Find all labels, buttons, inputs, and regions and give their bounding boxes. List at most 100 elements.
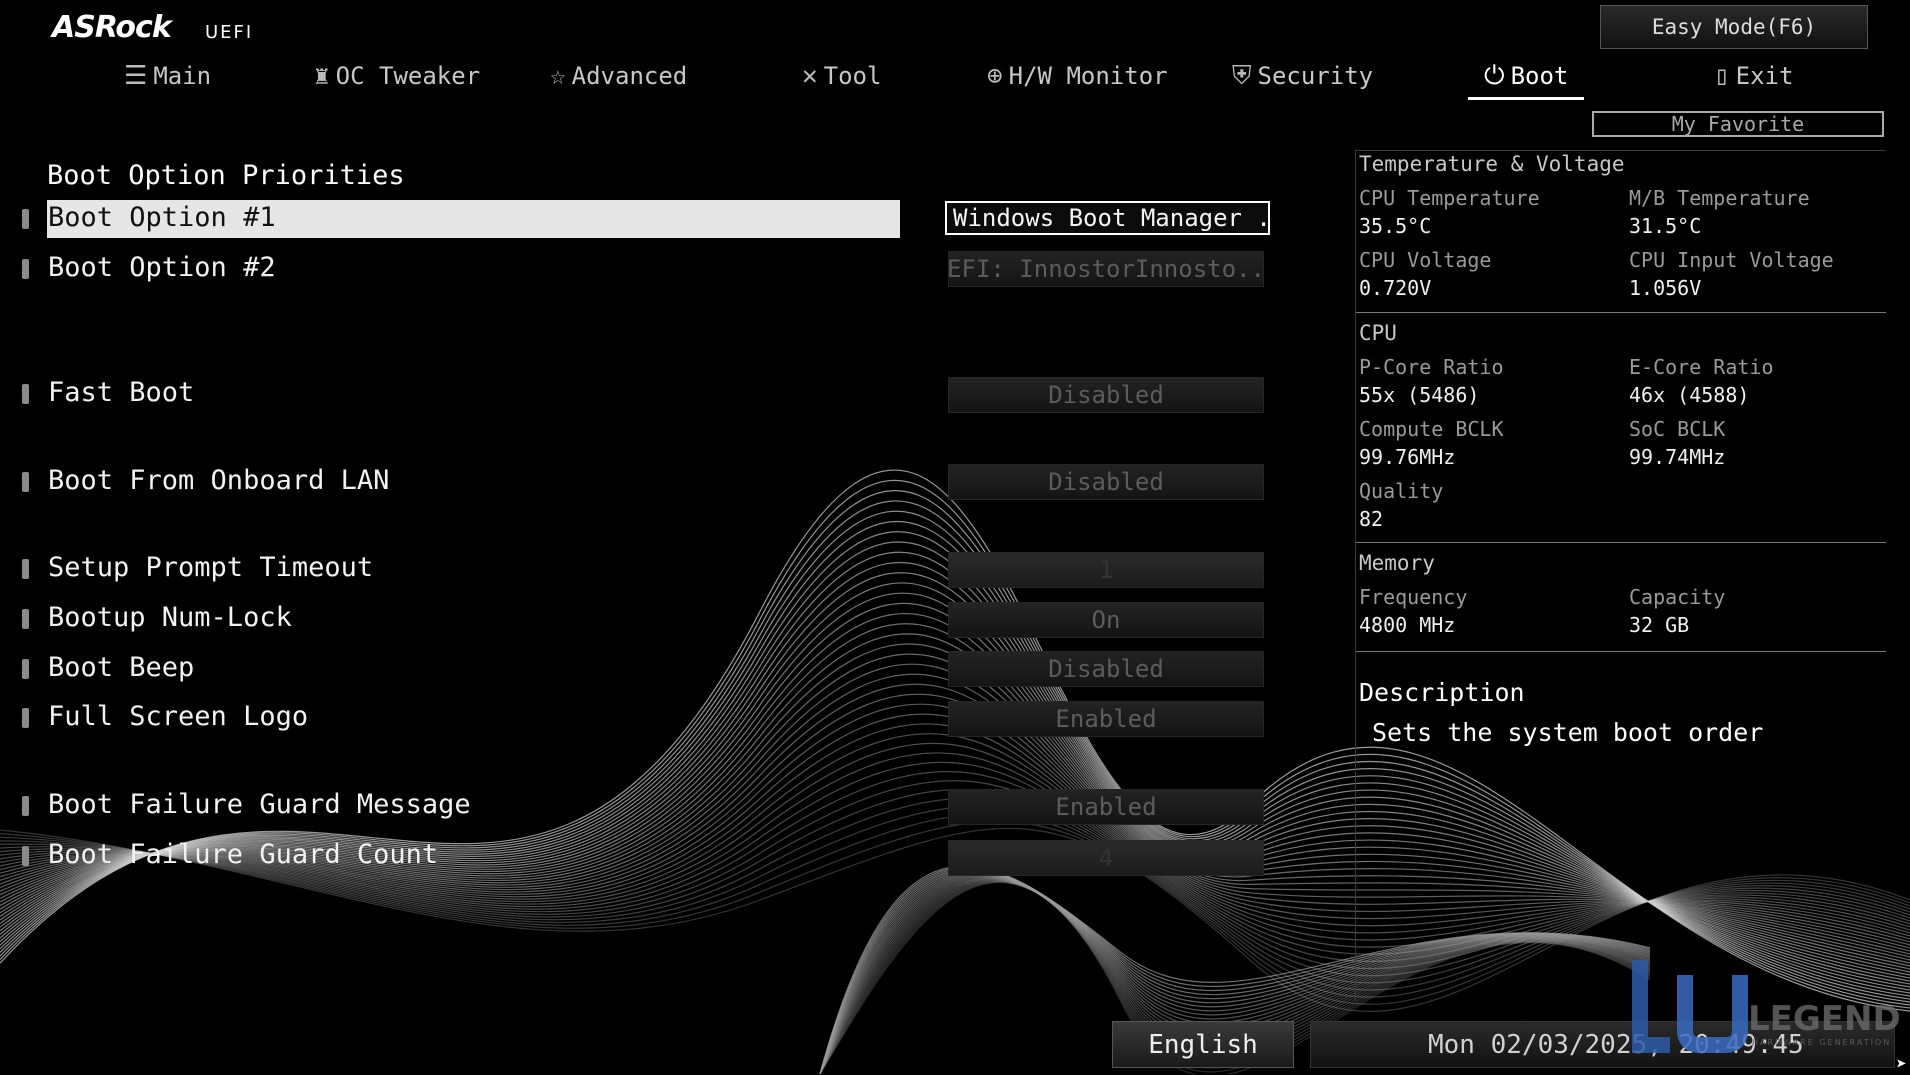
- cpu-temp-label: CPU Temperature: [1359, 186, 1540, 210]
- tab-boot-label: Boot: [1510, 62, 1569, 90]
- tab-main-label: Main: [153, 62, 212, 90]
- fast-boot-value[interactable]: Disabled: [948, 377, 1264, 413]
- setup-prompt-timeout-value[interactable]: 1: [948, 552, 1264, 588]
- boot-from-lan-value[interactable]: Disabled: [948, 464, 1264, 500]
- tab-hw-monitor-label: H/W Monitor: [1008, 62, 1168, 90]
- row-bullet: [22, 796, 29, 816]
- tab-security-label: Security: [1257, 62, 1374, 90]
- tab-oc-tweaker[interactable]: ♜ OC Tweaker: [314, 56, 480, 96]
- tab-main[interactable]: ☰ Main: [124, 56, 211, 96]
- row-bullet: [22, 659, 29, 679]
- crosshair-icon: ⊕: [987, 61, 1003, 91]
- tools-icon: ✕: [802, 61, 818, 91]
- tab-oc-tweaker-label: OC Tweaker: [335, 62, 481, 90]
- mb-temp-value: 31.5°C: [1629, 214, 1702, 238]
- ecore-ratio-value: 46x (4588): [1629, 383, 1750, 407]
- cpu-voltage-label: CPU Voltage: [1359, 248, 1492, 272]
- boot-failure-guard-message-label: Boot Failure Guard Message: [48, 789, 471, 820]
- memory-title: Memory: [1359, 551, 1435, 575]
- section-title: Boot Option Priorities: [47, 160, 405, 191]
- row-bullet: [22, 259, 29, 279]
- boot-from-lan-row[interactable]: Boot From Onboard LAN: [18, 463, 903, 501]
- rocket-icon: ♜: [314, 61, 330, 91]
- fast-boot-row[interactable]: Fast Boot: [18, 375, 903, 413]
- legend-watermark-logo: LEGEND HARDWARE GENERATION: [1632, 960, 1900, 1053]
- language-button[interactable]: English: [1112, 1021, 1294, 1068]
- capacity-label: Capacity: [1629, 585, 1726, 609]
- cpu-title: CPU: [1359, 321, 1397, 345]
- power-icon: ⏻: [1484, 60, 1505, 91]
- soc-bclk-value: 99.74MHz: [1629, 445, 1726, 469]
- boot-failure-guard-message-row[interactable]: Boot Failure Guard Message: [18, 787, 903, 825]
- boot-failure-guard-count-row[interactable]: Boot Failure Guard Count: [18, 837, 903, 875]
- boot-failure-guard-count-label: Boot Failure Guard Count: [48, 839, 439, 870]
- tab-hw-monitor[interactable]: ⊕ H/W Monitor: [987, 56, 1168, 96]
- pcore-ratio-label: P-Core Ratio: [1359, 355, 1504, 379]
- setup-prompt-timeout-label: Setup Prompt Timeout: [48, 552, 374, 583]
- tab-security[interactable]: ⛨ Security: [1232, 56, 1373, 96]
- tab-tool[interactable]: ✕ Tool: [802, 56, 881, 96]
- row-bullet: [22, 846, 29, 866]
- boot-option-1-row[interactable]: Boot Option #1: [18, 200, 903, 238]
- boot-failure-guard-message-value[interactable]: Enabled: [948, 789, 1264, 825]
- mouse-cursor-icon: ➤: [1896, 1054, 1907, 1075]
- full-screen-logo-row[interactable]: Full Screen Logo: [18, 699, 903, 737]
- setup-prompt-timeout-row[interactable]: Setup Prompt Timeout: [18, 550, 903, 588]
- full-screen-logo-label: Full Screen Logo: [48, 701, 309, 732]
- boot-beep-label: Boot Beep: [48, 652, 195, 683]
- boot-option-1-value[interactable]: Windows Boot Manager ...: [945, 201, 1270, 235]
- shield-icon: ⛨: [1232, 60, 1252, 91]
- boot-from-lan-label: Boot From Onboard LAN: [48, 465, 390, 496]
- my-favorite-button[interactable]: My Favorite: [1592, 111, 1884, 137]
- boot-option-2-value[interactable]: UEFI: InnostorInnosto...: [948, 251, 1264, 287]
- star-icon: ☆: [550, 61, 566, 91]
- tab-advanced[interactable]: ☆ Advanced: [550, 56, 687, 96]
- divider: [1356, 542, 1886, 543]
- row-bullet: [22, 609, 29, 629]
- watermark-subtext: HARDWARE GENERATION: [1752, 1038, 1891, 1047]
- row-bullet: [22, 209, 29, 229]
- soc-bclk-label: SoC BCLK: [1629, 417, 1726, 441]
- temp-voltage-title: Temperature & Voltage: [1359, 152, 1625, 176]
- pcore-ratio-value: 55x (5486): [1359, 383, 1480, 407]
- boot-beep-row[interactable]: Boot Beep: [18, 650, 903, 688]
- tab-boot[interactable]: ⏻ Boot: [1467, 56, 1585, 100]
- frequency-label: Frequency: [1359, 585, 1468, 609]
- description-text: Sets the system boot order: [1372, 718, 1764, 747]
- row-bullet: [22, 559, 29, 579]
- row-bullet: [22, 384, 29, 404]
- cpu-voltage-value: 0.720V: [1359, 276, 1432, 300]
- cpu-input-voltage-label: CPU Input Voltage: [1629, 248, 1834, 272]
- tab-advanced-label: Advanced: [571, 62, 688, 90]
- bootup-numlock-value[interactable]: On: [948, 602, 1264, 638]
- quality-value: 82: [1359, 507, 1384, 531]
- list-icon: ☰: [124, 61, 148, 91]
- description-title: Description: [1359, 678, 1525, 707]
- tab-exit[interactable]: ▯ Exit: [1714, 56, 1793, 96]
- row-bullet: [22, 472, 29, 492]
- capacity-value: 32 GB: [1629, 613, 1690, 637]
- boot-option-1-label: Boot Option #1: [48, 202, 276, 233]
- divider: [1356, 651, 1886, 652]
- bootup-numlock-label: Bootup Num-Lock: [48, 602, 292, 633]
- ecore-ratio-label: E-Core Ratio: [1629, 355, 1774, 379]
- full-screen-logo-value[interactable]: Enabled: [948, 701, 1264, 737]
- frequency-value: 4800 MHz: [1359, 613, 1456, 637]
- asrock-logo: ASRock: [52, 10, 172, 45]
- boot-option-2-label: Boot Option #2: [48, 252, 276, 283]
- row-bullet: [22, 708, 29, 728]
- cpu-temp-value: 35.5°C: [1359, 214, 1432, 238]
- exit-door-icon: ▯: [1714, 61, 1730, 91]
- compute-bclk-label: Compute BCLK: [1359, 417, 1504, 441]
- boot-failure-guard-count-value[interactable]: 4: [948, 840, 1264, 876]
- tab-tool-label: Tool: [823, 62, 882, 90]
- cpu-input-voltage-value: 1.056V: [1629, 276, 1702, 300]
- uefi-label: UEFI: [205, 22, 254, 43]
- tab-exit-label: Exit: [1735, 62, 1794, 90]
- easy-mode-button[interactable]: Easy Mode(F6): [1600, 5, 1868, 49]
- boot-beep-value[interactable]: Disabled: [948, 651, 1264, 687]
- divider: [1356, 312, 1886, 313]
- boot-option-2-row[interactable]: Boot Option #2: [18, 250, 903, 288]
- quality-label: Quality: [1359, 479, 1444, 503]
- bootup-numlock-row[interactable]: Bootup Num-Lock: [18, 600, 903, 638]
